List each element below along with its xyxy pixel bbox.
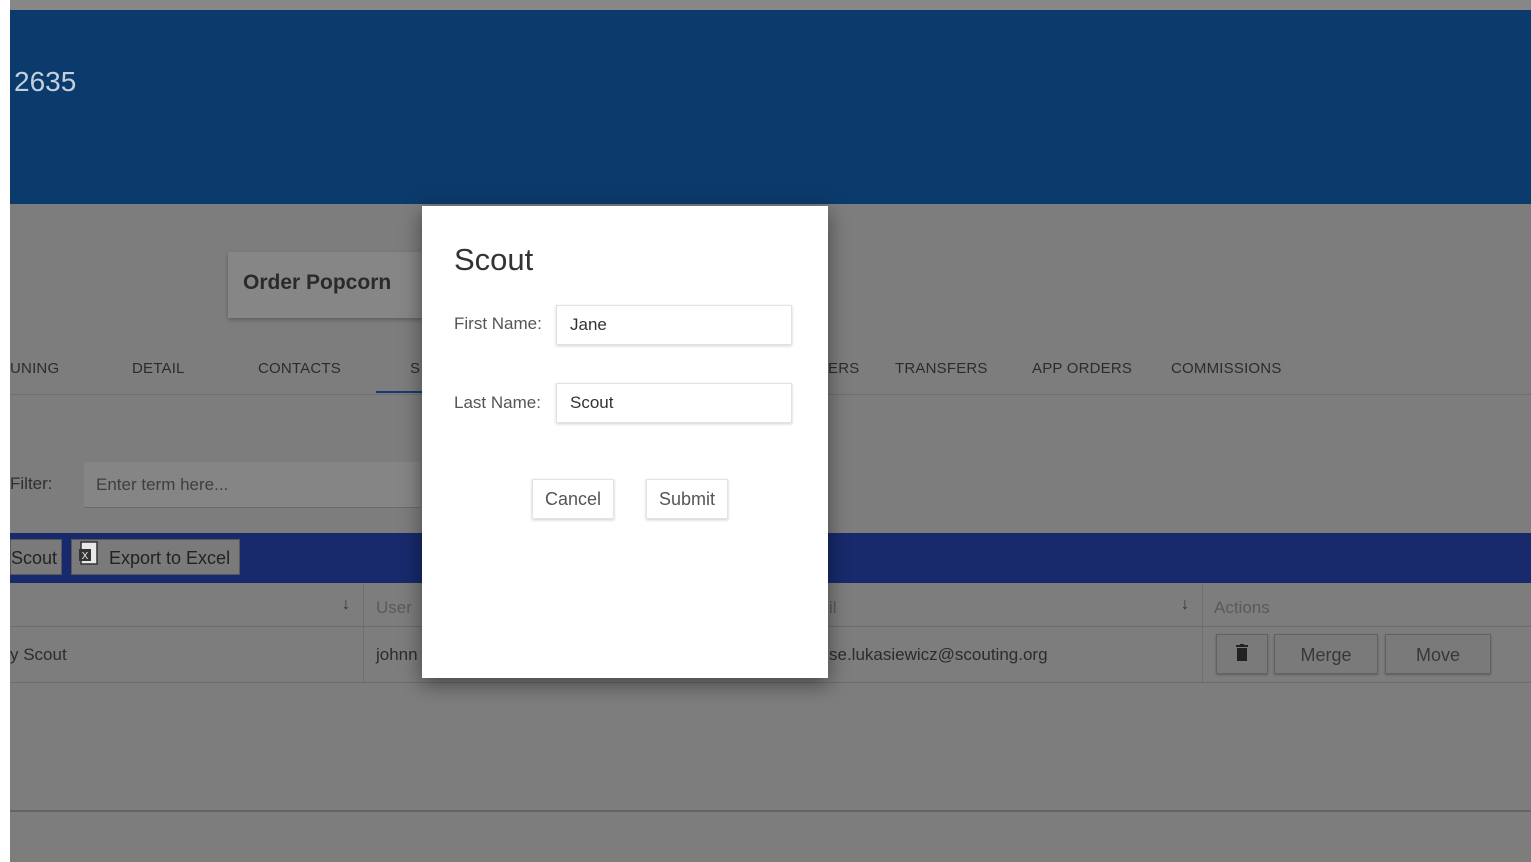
dialog-title: Scout — [454, 242, 534, 277]
last-name-label: Last Name: — [454, 393, 541, 412]
export-to-excel-label: Export to Excel — [109, 548, 231, 568]
add-scout-label: Scout — [11, 548, 58, 568]
first-name-label: First Name: — [454, 314, 542, 333]
column-divider — [363, 584, 364, 682]
tab-detail[interactable]: DETAIL — [132, 360, 185, 377]
svg-text:X: X — [82, 551, 89, 562]
move-button[interactable]: Move — [1385, 634, 1491, 674]
column-header-actions: Actions — [1214, 598, 1270, 617]
excel-file-icon: X — [78, 541, 100, 577]
order-popcorn-label: Order Popcorn — [243, 271, 392, 294]
column-header-email[interactable]: il — [829, 598, 837, 618]
row-scout-name: y Scout — [10, 645, 67, 664]
tab-contacts[interactable]: CONTACTS — [258, 360, 341, 377]
active-tab-indicator — [376, 391, 424, 393]
page-title: 2635 — [14, 66, 77, 97]
export-to-excel-button[interactable]: X Export to Excel — [71, 539, 240, 575]
column-divider — [1202, 584, 1203, 682]
delete-button[interactable] — [1216, 634, 1268, 674]
scout-dialog: Scout First Name: Last Name: Cancel Subm… — [422, 206, 828, 678]
row-username: johnn — [376, 645, 418, 664]
tab-orders[interactable]: ERS — [828, 360, 859, 377]
merge-button[interactable]: Merge — [1274, 634, 1378, 674]
tab-scouts[interactable]: S — [410, 360, 420, 377]
page-header: 2635 — [10, 10, 1531, 204]
merge-label: Merge — [1300, 645, 1352, 665]
sort-arrow-icon[interactable]: ↓ — [1181, 596, 1189, 614]
row-divider — [10, 682, 1531, 683]
grid-footer-divider — [10, 810, 1531, 812]
cancel-button[interactable]: Cancel — [532, 479, 614, 519]
order-popcorn-button[interactable]: Order Popcorn — [228, 252, 422, 318]
column-header-user[interactable]: User — [376, 598, 412, 618]
add-scout-button[interactable]: Scout — [10, 539, 62, 575]
filter-input[interactable] — [84, 462, 420, 508]
tab-transfers[interactable]: TRANSFERS — [895, 360, 988, 377]
top-border — [10, 0, 1531, 10]
filter-label: Filter: — [10, 474, 53, 493]
tab-commissions[interactable]: COMMISSIONS — [1171, 360, 1282, 377]
window-left-edge — [0, 0, 10, 862]
row-email: se.lukasiewicz@scouting.org — [829, 645, 1048, 664]
tab-app-orders[interactable]: APP ORDERS — [1032, 360, 1132, 377]
sort-arrow-icon[interactable]: ↓ — [342, 596, 350, 614]
submit-button[interactable]: Submit — [646, 479, 728, 519]
move-label: Move — [1415, 645, 1460, 665]
tab-running[interactable]: UNING — [10, 360, 59, 377]
trash-icon — [1235, 636, 1249, 676]
first-name-input[interactable] — [556, 305, 792, 345]
last-name-input[interactable] — [556, 383, 792, 423]
